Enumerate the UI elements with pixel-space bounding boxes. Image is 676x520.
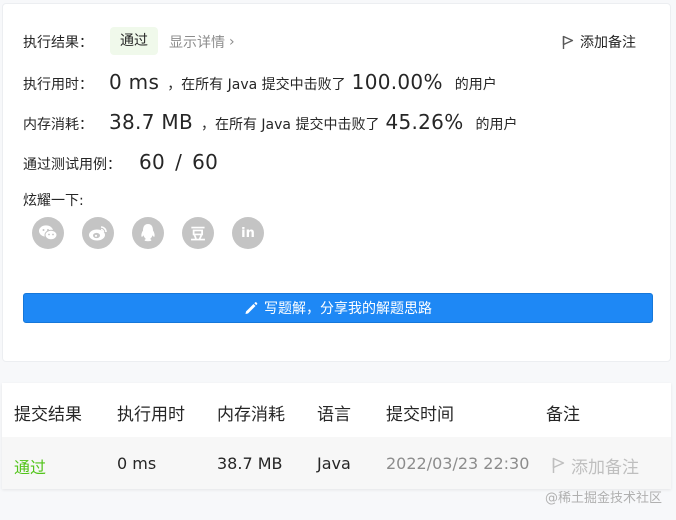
linkedin-share-button[interactable]: in <box>232 217 264 249</box>
result-row: 执行结果： <box>23 32 93 52</box>
row-memory: 38.7 MB <box>217 454 283 473</box>
qq-icon <box>141 224 155 242</box>
row-add-note-label: 添加备注 <box>571 458 639 478</box>
tests-total: 60 <box>192 150 219 174</box>
status-badge: 通过 <box>110 27 158 55</box>
memory-row: 内存消耗： 38.7 MB ，在所有 Java 提交中击败了 45.26% 的用… <box>23 110 518 134</box>
row-result-link[interactable]: 通过 <box>14 454 46 478</box>
tests-label: 通过测试用例： <box>23 157 121 173</box>
runtime-label: 执行用时： <box>23 77 93 93</box>
runtime-percent: 100.00% <box>351 70 443 94</box>
submissions-table: 提交结果 执行用时 内存消耗 语言 提交时间 备注 通过 0 ms 38.7 M… <box>2 383 671 489</box>
weibo-icon <box>89 226 107 241</box>
row-runtime: 0 ms <box>117 454 157 473</box>
memory-beat-text: ，在所有 Java 提交中击败了 <box>200 117 380 133</box>
runtime-value: 0 ms <box>109 70 160 94</box>
submission-result-card: 执行结果： 通过 显示详情 › 添加备注 执行用时： 0 ms ，在所有 Jav… <box>2 3 671 362</box>
weibo-share-button[interactable] <box>82 217 114 249</box>
memory-value: 38.7 MB <box>109 110 193 134</box>
wechat-share-button[interactable] <box>32 217 64 249</box>
row-add-note-button[interactable]: 添加备注 <box>552 453 639 478</box>
runtime-beat-text: ，在所有 Java 提交中击败了 <box>167 77 346 93</box>
add-note-label: 添加备注 <box>580 35 636 51</box>
table-row: 通过 0 ms 38.7 MB Java 2022/03/23 22:30 添加… <box>2 437 671 489</box>
watermark: @稀土掘金技术社区 <box>544 491 662 506</box>
header-result: 提交结果 <box>14 405 82 425</box>
tests-separator: / <box>175 150 183 174</box>
tests-passed: 60 <box>139 150 166 174</box>
share-buttons: 豆 in <box>32 217 264 249</box>
share-row-label: 炫耀一下: <box>23 190 84 210</box>
header-note: 备注 <box>546 405 580 425</box>
header-runtime: 执行用时 <box>117 405 185 425</box>
douban-share-button[interactable]: 豆 <box>182 217 214 249</box>
memory-label: 内存消耗： <box>23 117 93 133</box>
runtime-row: 执行用时： 0 ms ，在所有 Java 提交中击败了 100.00% 的用户 <box>23 70 497 94</box>
memory-percent: 45.26% <box>385 110 464 134</box>
write-solution-label: 写题解，分享我的解题思路 <box>264 301 432 317</box>
chevron-right-icon: › <box>229 34 235 50</box>
show-details-link[interactable]: 显示详情 › <box>169 32 235 52</box>
pencil-icon <box>245 302 258 314</box>
row-time: 2022/03/23 22:30 <box>386 454 530 473</box>
table-header: 提交结果 执行用时 内存消耗 语言 提交时间 备注 <box>2 383 671 437</box>
write-solution-button[interactable]: 写题解，分享我的解题思路 <box>23 293 653 323</box>
row-language: Java <box>317 454 351 473</box>
show-details-label: 显示详情 <box>169 35 225 51</box>
flag-icon <box>552 457 565 473</box>
tests-row: 通过测试用例： 60 / 60 <box>23 150 218 174</box>
header-time: 提交时间 <box>386 405 454 425</box>
flag-icon <box>562 35 574 49</box>
qq-share-button[interactable] <box>132 217 164 249</box>
result-label: 执行结果： <box>23 35 93 51</box>
memory-users-text: 的用户 <box>475 117 518 133</box>
header-memory: 内存消耗 <box>217 405 285 425</box>
add-note-button[interactable]: 添加备注 <box>562 32 636 52</box>
wechat-icon <box>39 225 58 241</box>
share-label: 炫耀一下: <box>23 193 84 209</box>
linkedin-icon: in <box>241 225 255 241</box>
runtime-users-text: 的用户 <box>454 77 497 93</box>
douban-icon: 豆 <box>190 224 206 243</box>
header-language: 语言 <box>317 405 351 425</box>
